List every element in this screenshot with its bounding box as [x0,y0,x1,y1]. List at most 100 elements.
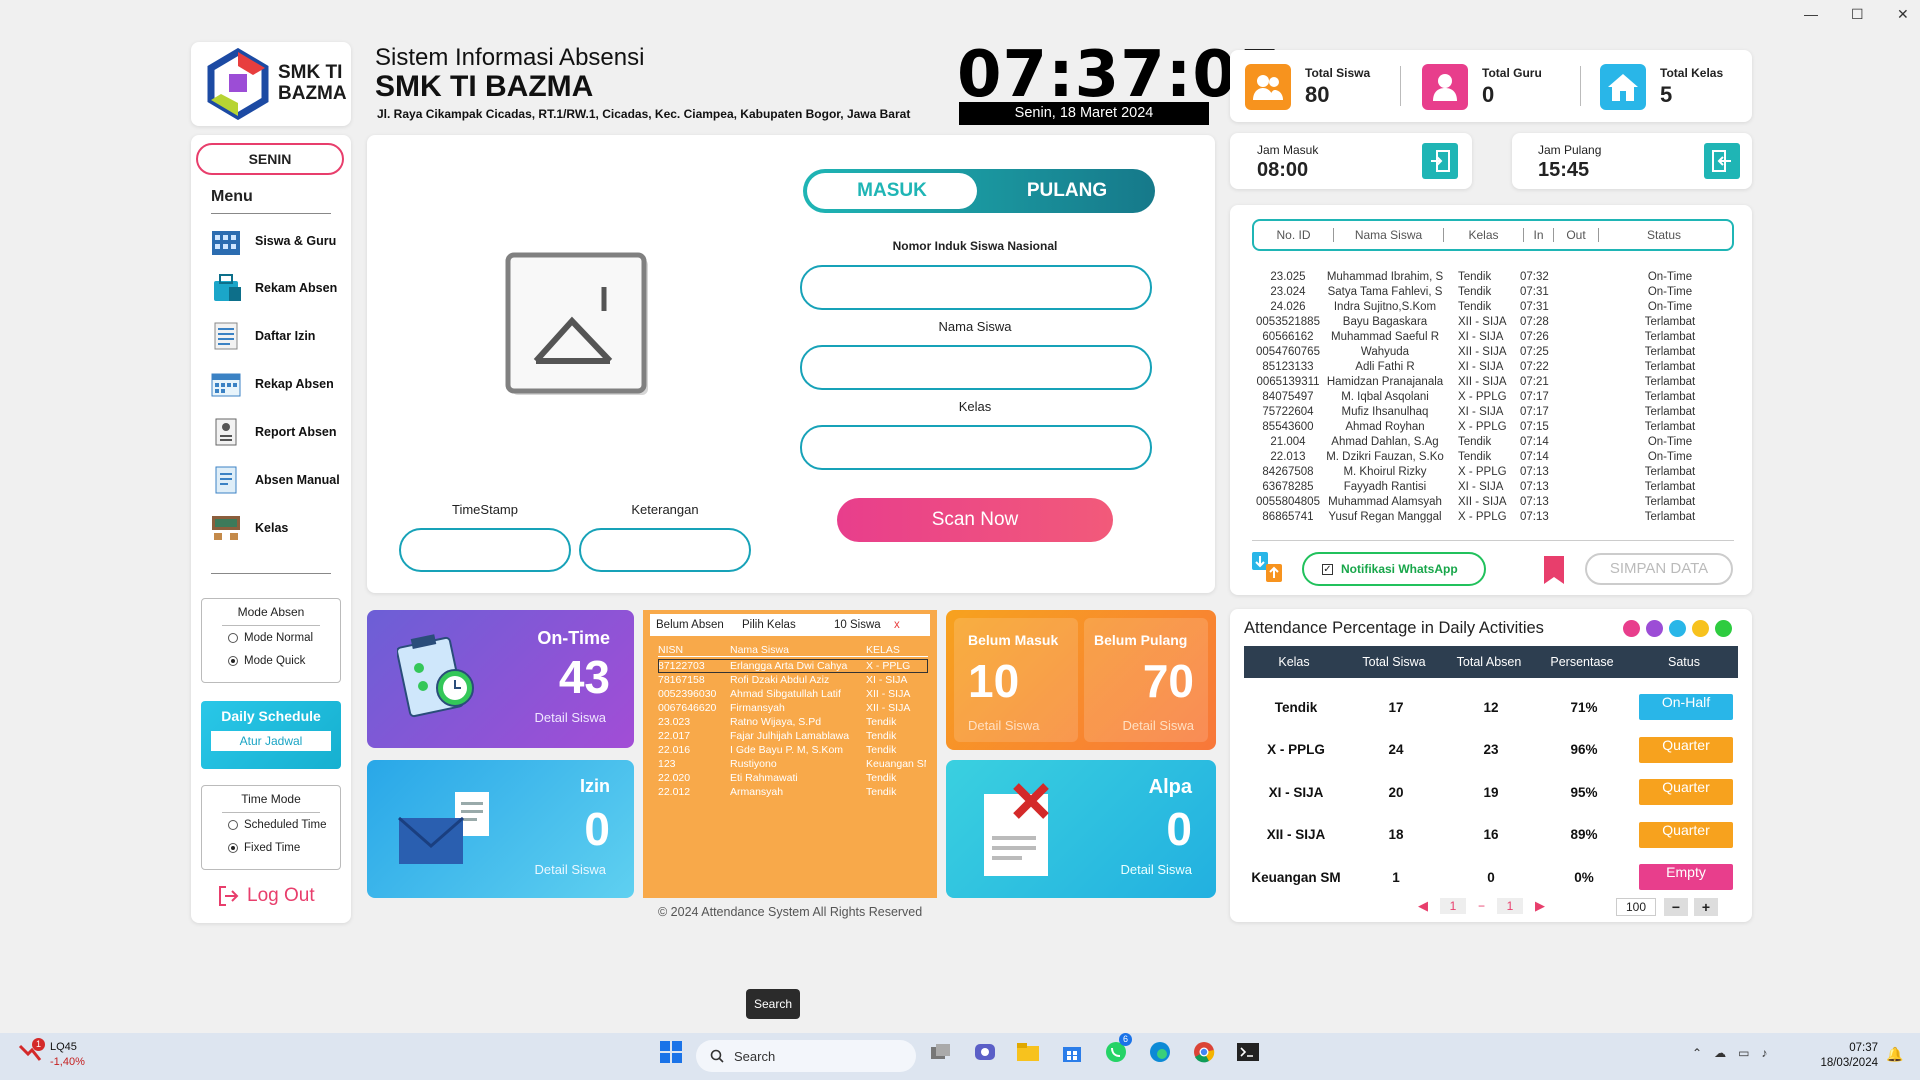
record-row[interactable]: 0055804805 Muhammad Alamsyah XII - SIJA 07:… [1254,495,1734,510]
keterangan-input[interactable] [579,528,751,572]
chrome-icon[interactable] [1189,1037,1219,1067]
logout-button[interactable]: Log Out [217,885,315,907]
pulang-tab[interactable]: PULANG [983,173,1151,209]
bookmark-icon[interactable] [1542,554,1566,589]
whatsapp-icon[interactable]: 6 [1101,1033,1132,1067]
pager-prev-icon[interactable]: ◀ [1418,898,1428,914]
taskbar-search[interactable]: Search [696,1040,916,1072]
stock-widget[interactable]: 1 LQ45 -1,40% [18,1038,85,1070]
color-dot[interactable] [1669,620,1686,637]
radio-mode-normal[interactable]: Mode Normal [228,632,340,644]
record-row[interactable]: 84075497 M. Iqbal Asqolani X - PPLG 07:17 Te… [1254,390,1734,405]
terminal-icon[interactable] [1233,1037,1263,1067]
alpa-card[interactable]: Alpa 0 Detail Siswa [946,760,1216,898]
task-view-icon[interactable] [926,1037,956,1067]
nisn-input[interactable] [800,265,1152,310]
simpan-data-button[interactable]: SIMPAN DATA [1585,553,1733,585]
menu-siswa-guru[interactable]: Siswa & Guru [211,226,336,256]
menu-kelas[interactable]: Kelas [211,513,288,543]
record-row[interactable]: 22.013 M. Dzikri Fauzan, S.Ko Tendik 07:14 O… [1254,450,1734,465]
menu-daftar-izin[interactable]: Daftar Izin [211,321,315,351]
minimize-button[interactable]: — [1804,6,1818,22]
record-row[interactable]: 60566162 Muhammad Saeful R XI - SIJA 07:26 T… [1254,330,1734,345]
records-header: No. ID Nama Siswa Kelas In Out Status [1252,219,1734,251]
atur-jadwal-button[interactable]: Atur Jadwal [211,731,331,751]
taskbar-clock[interactable]: 07:37 18/03/2024 [1810,1041,1878,1071]
izin-card[interactable]: Izin 0 Detail Siswa [367,760,634,898]
belum-absen-row[interactable]: 23.023 Ratno Wijaya, S.Pd Tendik [658,715,928,729]
radio-mode-quick[interactable]: Mode Quick [228,655,340,667]
radio-scheduled-time[interactable]: Scheduled Time [228,819,340,831]
record-row[interactable]: 23.024 Satya Tama Fahlevi, S Tendik 07:31 On… [1254,285,1734,300]
record-row[interactable]: 86865741 Yusuf Regan Manggal X - PPLG 07:13… [1254,510,1734,525]
edge-icon[interactable] [1145,1037,1175,1067]
volume-icon[interactable]: ♪ [1761,1046,1767,1060]
belum-absen-row[interactable]: 22.020 Eti Rahmawati Tendik [658,771,928,785]
belum-absen-row[interactable]: 22.017 Fajar Julhijah Lamablawa Tendik [658,729,928,743]
record-row[interactable]: 0065139311 Hamidzan Pranajanala XII - SIJA… [1254,375,1734,390]
belum-absen-row[interactable]: 0052396030 Ahmad Sibgatullah Latif XII - S… [658,687,928,701]
masuk-tab[interactable]: MASUK [807,173,977,209]
color-dot[interactable] [1692,620,1709,637]
file-explorer-icon[interactable] [1013,1037,1043,1067]
timestamp-input[interactable] [399,528,571,572]
scan-now-button[interactable]: Scan Now [837,498,1113,542]
menu-report-absen[interactable]: Report Absen [211,417,337,447]
pilih-kelas-dropdown[interactable]: Pilih Kelas [742,619,834,631]
record-row[interactable]: 75722604 Mufiz Ihsanulhaq XI - SIJA 07:17 Te… [1254,405,1734,420]
belum-absen-row[interactable]: 78167158 Rofi Dzaki Abdul Aziz XI - SIJA [658,673,928,687]
belum-pulang-card[interactable]: Belum Pulang 70 Detail Siswa [1084,618,1208,742]
display-icon[interactable]: ▭ [1738,1046,1749,1060]
ontime-card[interactable]: On-Time 43 Detail Siswa [367,610,634,748]
menu-absen-manual[interactable]: Absen Manual [211,465,340,495]
belum-absen-row[interactable]: 22.016 I Gde Bayu P. M, S.Kom Tendik [658,743,928,757]
menu-rekam-absen[interactable]: Rekam Absen [211,273,337,303]
zoom-in-button[interactable]: + [1694,898,1718,916]
zoom-out-button[interactable]: − [1664,898,1688,916]
belum-absen-row[interactable]: 22.012 Armansyah Tendik [658,785,928,799]
record-row[interactable]: 85543600 Ahmad Royhan X - PPLG 07:15 Terlamb… [1254,420,1734,435]
logout-door-icon[interactable] [1704,143,1740,179]
close-button[interactable]: ✕ [1897,6,1909,23]
record-row[interactable]: 85123133 Adli Fathi R XI - SIJA 07:22 Terlam… [1254,360,1734,375]
belum-absen-close-button[interactable]: x [894,619,900,631]
belum-pulang-title: Belum Pulang [1094,632,1188,648]
record-row[interactable]: 0053521885 Bayu Bagaskara XII - SIJA 07:28 T… [1254,315,1734,330]
notification-bell-icon[interactable]: 🔔 [1886,1046,1903,1063]
ticker-name: LQ45 [50,1041,77,1053]
color-dot[interactable] [1646,620,1663,637]
maximize-button[interactable]: ☐ [1851,6,1864,23]
kelas-input[interactable] [800,425,1152,470]
network-icon[interactable]: ☁ [1714,1046,1726,1060]
store-icon[interactable] [1057,1037,1087,1067]
page-size-input[interactable]: 100 [1616,898,1656,916]
color-dot[interactable] [1623,620,1640,637]
menu-label: Absen Manual [255,473,340,487]
belum-absen-row[interactable]: 0067646620 Firmansyah XII - SIJA [658,701,928,715]
teams-icon[interactable] [970,1037,1000,1067]
menu-rekap-absen[interactable]: Rekap Absen [211,369,334,399]
alpa-detail: Detail Siswa [1120,862,1192,877]
chevron-up-icon[interactable]: ⌃ [1692,1046,1702,1060]
nama-input[interactable] [800,345,1152,390]
transfer-icon[interactable] [1250,550,1286,587]
belum-absen-row[interactable]: 123 Rustiyono Keuangan SM [658,757,928,771]
pager-next-icon[interactable]: ▶ [1535,898,1545,914]
record-row[interactable]: 0054760765 Wahyuda XII - SIJA 07:25 Terlamba… [1254,345,1734,360]
radio-fixed-time[interactable]: Fixed Time [228,842,340,854]
belum-absen-row[interactable]: 87122703 Erlangga Arta Dwi Cahya X - PPLG [658,659,928,673]
record-row[interactable]: 23.025 Muhammad Ibrahim, S Tendik 07:32 On-T… [1254,270,1734,285]
logout-icon [219,886,239,906]
login-door-icon[interactable] [1422,143,1458,179]
pager-page[interactable]: 1 [1440,898,1466,914]
windows-start-icon[interactable] [656,1037,686,1067]
record-row[interactable]: 63678285 Fayyadh Rantisi XI - SIJA 07:13 Ter… [1254,480,1734,495]
record-row[interactable]: 21.004 Ahmad Dahlan, S.Ag Tendik 07:14 On-Ti… [1254,435,1734,450]
izin-detail: Detail Siswa [534,862,606,877]
belum-masuk-card[interactable]: Belum Masuk 10 Detail Siswa [954,618,1078,742]
color-dot[interactable] [1715,620,1732,637]
record-row[interactable]: 24.026 Indra Sujitno,S.Kom Tendik 07:31 On-T… [1254,300,1734,315]
list-icon [211,322,241,350]
whatsapp-notification-toggle[interactable]: ✓ Notifikasi WhatsApp [1302,552,1486,586]
record-row[interactable]: 84267508 M. Khoirul Rizky X - PPLG 07:13 Ter… [1254,465,1734,480]
